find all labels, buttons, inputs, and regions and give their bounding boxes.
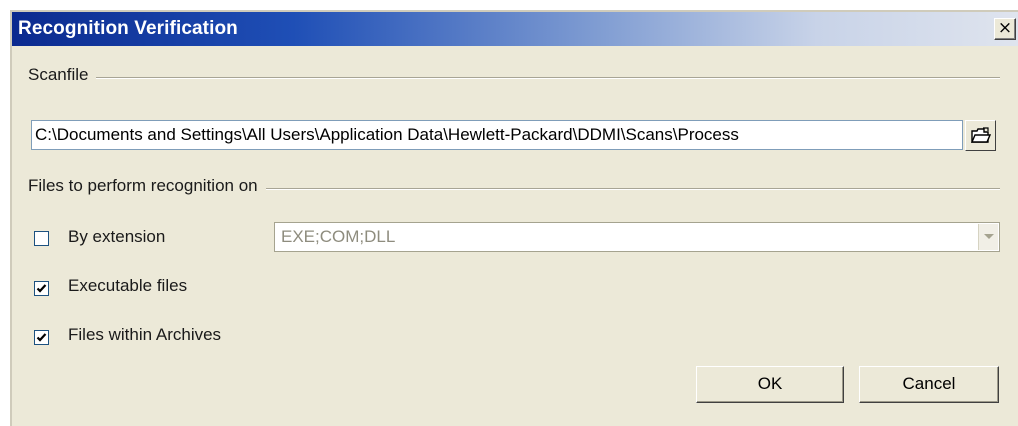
scanfile-group-label: Scanfile: [28, 65, 97, 85]
extension-combo[interactable]: EXE;COM;DLL: [274, 222, 1000, 252]
scanfile-group-line: [30, 77, 1000, 79]
by-extension-checkbox[interactable]: [34, 231, 49, 246]
close-icon: ×: [997, 18, 1013, 38]
browse-scanfile-button[interactable]: [965, 120, 996, 151]
recognition-group-label: Files to perform recognition on: [28, 176, 266, 196]
title-bar[interactable]: Recognition Verification ×: [12, 12, 1018, 46]
checkmark-icon: [36, 333, 47, 342]
extension-combo-value: EXE;COM;DLL: [281, 227, 396, 246]
extension-combo-dropdown-button[interactable]: [978, 224, 998, 250]
archives-label[interactable]: Files within Archives: [68, 325, 221, 345]
window-title: Recognition Verification: [18, 18, 238, 39]
open-folder-icon: [971, 127, 991, 143]
recognition-verification-dialog: Recognition Verification × Scanfile C:\D…: [10, 10, 1018, 426]
scanfile-path-input[interactable]: C:\Documents and Settings\All Users\Appl…: [31, 120, 963, 150]
checkmark-icon: [36, 284, 47, 293]
executable-files-checkbox[interactable]: [34, 281, 49, 296]
chevron-down-icon: [984, 234, 994, 239]
executable-files-label[interactable]: Executable files: [68, 276, 187, 296]
ok-button[interactable]: OK: [696, 366, 844, 403]
scanfile-path-value: C:\Documents and Settings\All Users\Appl…: [35, 125, 739, 144]
by-extension-label[interactable]: By extension: [68, 227, 165, 247]
cancel-button[interactable]: Cancel: [859, 366, 999, 403]
close-button[interactable]: ×: [994, 18, 1016, 40]
archives-checkbox[interactable]: [34, 330, 49, 345]
